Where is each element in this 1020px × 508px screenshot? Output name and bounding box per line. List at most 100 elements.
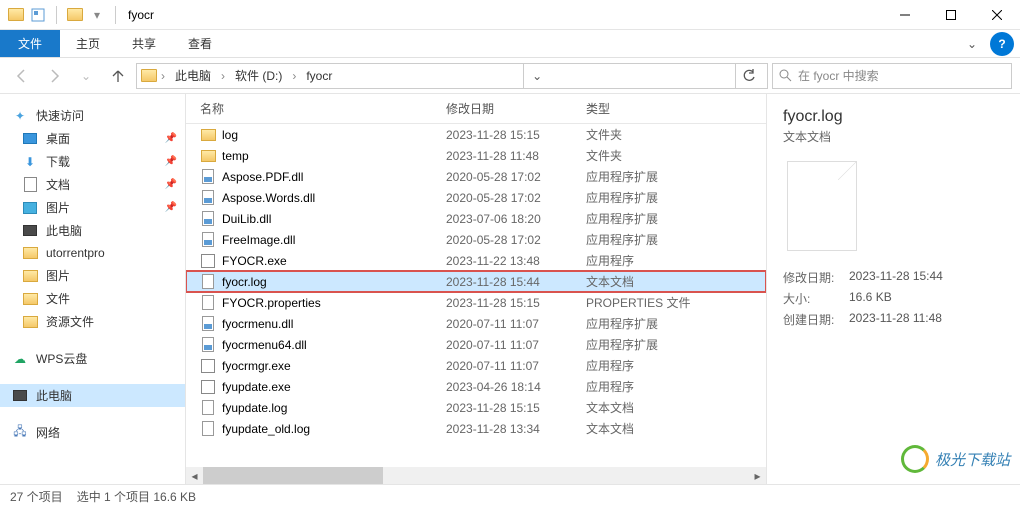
file-name: FYOCR.properties: [222, 296, 321, 310]
file-type: 应用程序: [586, 357, 706, 374]
sidebar-label: 此电脑: [36, 387, 72, 404]
file-row[interactable]: FreeImage.dll 2020-05-28 17:02 应用程序扩展: [186, 229, 766, 250]
detail-value: 2023-11-28 11:48: [849, 311, 1004, 328]
file-type: 文本文档: [586, 273, 706, 290]
status-selection: 选中 1 个项目 16.6 KB: [77, 488, 196, 505]
file-row[interactable]: fyupdate.log 2023-11-28 15:15 文本文档: [186, 397, 766, 418]
detail-label: 大小:: [783, 290, 849, 307]
sidebar-wps[interactable]: ☁ WPS云盘: [0, 347, 185, 370]
sidebar-item[interactable]: 文件: [0, 287, 185, 310]
window-title: fyocr: [128, 8, 154, 22]
sidebar-item-label: 桌面: [46, 130, 70, 147]
pin-icon: 📌: [165, 156, 177, 167]
breadcrumb-folder[interactable]: fyocr: [300, 67, 338, 85]
detail-label: 修改日期:: [783, 269, 849, 286]
refresh-button[interactable]: [735, 64, 763, 88]
ribbon-tab-share[interactable]: 共享: [116, 30, 172, 57]
file-name: temp: [222, 149, 249, 163]
sidebar: ✦ 快速访问 桌面 📌 ⬇ 下载 📌 文档 📌 图片 📌 此电脑 utorren…: [0, 94, 186, 484]
ribbon-expand-icon[interactable]: ⌄: [960, 30, 984, 57]
column-type[interactable]: 类型: [586, 100, 706, 117]
sidebar-this-pc[interactable]: 此电脑: [0, 384, 185, 407]
file-row[interactable]: temp 2023-11-28 11:48 文件夹: [186, 145, 766, 166]
star-icon: ✦: [12, 108, 28, 124]
file-list: 名称 修改日期 类型 log 2023-11-28 15:15 文件夹 temp…: [186, 94, 766, 484]
download-icon: ⬇: [22, 154, 38, 170]
sidebar-item[interactable]: 此电脑: [0, 219, 185, 242]
file-date: 2023-04-26 18:14: [446, 380, 586, 394]
sidebar-item[interactable]: 资源文件: [0, 310, 185, 333]
file-name: fyupdate_old.log: [222, 422, 310, 436]
chevron-right-icon[interactable]: ›: [290, 69, 298, 83]
help-icon[interactable]: ?: [990, 32, 1014, 56]
properties-icon[interactable]: [30, 7, 46, 23]
scroll-thumb[interactable]: [203, 467, 383, 484]
file-row[interactable]: fyupdate_old.log 2023-11-28 13:34 文本文档: [186, 418, 766, 439]
ribbon-tab-home[interactable]: 主页: [60, 30, 116, 57]
horizontal-scrollbar[interactable]: ◂ ▸: [186, 467, 766, 484]
chevron-right-icon[interactable]: ›: [219, 69, 227, 83]
up-button[interactable]: [104, 62, 132, 90]
file-date: 2023-11-22 13:48: [446, 254, 586, 268]
watermark-text: 极光下载站: [935, 449, 1010, 470]
file-row[interactable]: fyocr.log 2023-11-28 15:44 文本文档: [186, 271, 766, 292]
sidebar-item-label: 文件: [46, 290, 70, 307]
file-name: fyupdate.exe: [222, 380, 291, 394]
chevron-right-icon[interactable]: ›: [159, 69, 167, 83]
close-button[interactable]: [974, 0, 1020, 30]
sidebar-quick-group: ✦ 快速访问 桌面 📌 ⬇ 下载 📌 文档 📌 图片 📌 此电脑 utorren…: [0, 104, 185, 333]
file-row[interactable]: FYOCR.exe 2023-11-22 13:48 应用程序: [186, 250, 766, 271]
dll-icon: [200, 190, 216, 206]
back-button[interactable]: [8, 62, 36, 90]
scroll-right-icon[interactable]: ▸: [749, 467, 766, 484]
breadcrumb-drive[interactable]: 软件 (D:): [229, 65, 288, 86]
minimize-button[interactable]: [882, 0, 928, 30]
recent-dropdown[interactable]: ⌄: [72, 62, 100, 90]
ribbon-tab-file[interactable]: 文件: [0, 30, 60, 57]
txt-icon: [200, 421, 216, 437]
ribbon-tabs: 文件 主页 共享 查看 ⌄ ?: [0, 30, 1020, 58]
folder-icon: [8, 7, 24, 23]
scroll-left-icon[interactable]: ◂: [186, 467, 203, 484]
sidebar-item[interactable]: 图片 📌: [0, 196, 185, 219]
detail-label: 创建日期:: [783, 311, 849, 328]
file-rows[interactable]: log 2023-11-28 15:15 文件夹 temp 2023-11-28…: [186, 124, 766, 464]
address-bar[interactable]: › 此电脑 › 软件 (D:) › fyocr ⌄: [136, 63, 768, 89]
sidebar-item[interactable]: 文档 📌: [0, 173, 185, 196]
file-row[interactable]: Aspose.Words.dll 2020-05-28 17:02 应用程序扩展: [186, 187, 766, 208]
ribbon-tab-view[interactable]: 查看: [172, 30, 228, 57]
sidebar-item[interactable]: 图片: [0, 264, 185, 287]
sidebar-item[interactable]: utorrentpro: [0, 242, 185, 264]
forward-button[interactable]: [40, 62, 68, 90]
sidebar-network[interactable]: 🖧 网络: [0, 421, 185, 444]
file-row[interactable]: fyocrmenu.dll 2020-07-11 11:07 应用程序扩展: [186, 313, 766, 334]
file-row[interactable]: fyocrmgr.exe 2020-07-11 11:07 应用程序: [186, 355, 766, 376]
file-row[interactable]: log 2023-11-28 15:15 文件夹: [186, 124, 766, 145]
file-row[interactable]: fyocrmenu64.dll 2020-07-11 11:07 应用程序扩展: [186, 334, 766, 355]
address-dropdown-icon[interactable]: ⌄: [523, 64, 551, 88]
file-row[interactable]: Aspose.PDF.dll 2020-05-28 17:02 应用程序扩展: [186, 166, 766, 187]
exe-icon: [200, 379, 216, 395]
search-icon: [779, 69, 792, 82]
file-type: 应用程序扩展: [586, 336, 706, 353]
sidebar-item[interactable]: ⬇ 下载 📌: [0, 150, 185, 173]
breadcrumb-pc[interactable]: 此电脑: [169, 65, 217, 86]
folder-icon: [22, 268, 38, 284]
file-name: fyocrmenu.dll: [222, 317, 293, 331]
pic-icon: [22, 200, 38, 216]
column-name[interactable]: 名称: [186, 100, 446, 117]
sidebar-item-label: 下载: [46, 153, 70, 170]
sidebar-quick-access[interactable]: ✦ 快速访问: [0, 104, 185, 127]
maximize-button[interactable]: [928, 0, 974, 30]
file-row[interactable]: FYOCR.properties 2023-11-28 15:15 PROPER…: [186, 292, 766, 313]
column-date[interactable]: 修改日期: [446, 100, 586, 117]
file-row[interactable]: DuiLib.dll 2023-07-06 18:20 应用程序扩展: [186, 208, 766, 229]
file-row[interactable]: fyupdate.exe 2023-04-26 18:14 应用程序: [186, 376, 766, 397]
file-name: Aspose.Words.dll: [222, 191, 315, 205]
qat-dropdown-icon[interactable]: ▾: [89, 7, 105, 23]
search-input[interactable]: 在 fyocr 中搜索: [772, 63, 1012, 89]
file-date: 2023-11-28 15:15: [446, 401, 586, 415]
file-name: fyupdate.log: [222, 401, 287, 415]
sidebar-label: 网络: [36, 424, 60, 441]
sidebar-item[interactable]: 桌面 📌: [0, 127, 185, 150]
